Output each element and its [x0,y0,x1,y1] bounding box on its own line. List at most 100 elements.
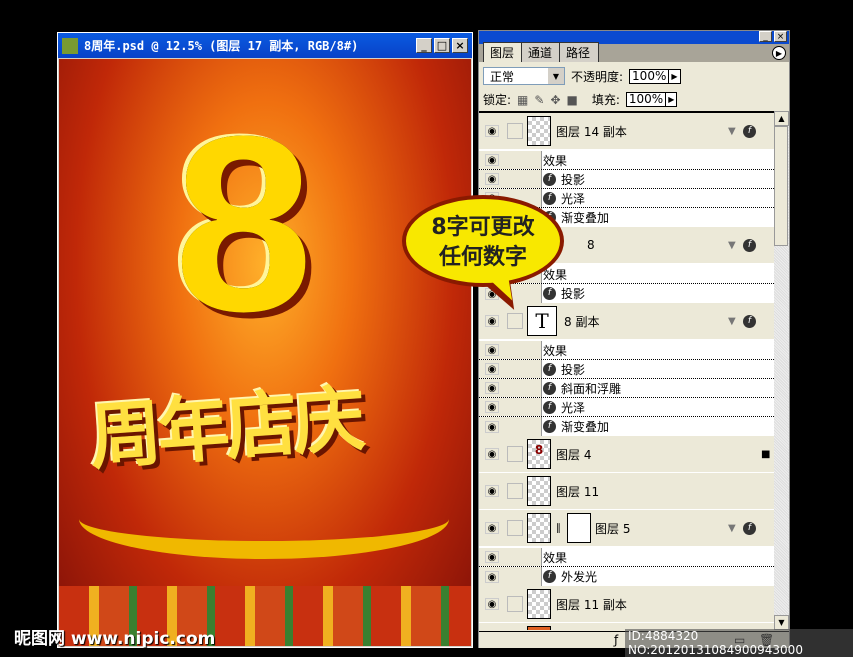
layer-name: 图层 11 副本 [556,597,627,612]
eye-icon[interactable]: ◉ [485,522,499,534]
effects-row[interactable]: ◉ 效果 [479,341,774,360]
layers-list: ◉ 图层 14 副本 ▼ f ◉ 效果 ◉ f 投影 ◉ f 光泽 ◉ f 渐变叠加 ◉ 8 ▼ f ◉ 效… [479,111,774,630]
blend-mode-select[interactable]: 正常 ▼ [483,67,565,85]
lock-move-icon[interactable]: ✥ [550,93,560,107]
blend-mode-value: 正常 [490,69,515,84]
lock-all-icon[interactable]: ■ [567,93,578,107]
link-box[interactable] [507,520,523,536]
effect-name: 光泽 [561,400,586,415]
effect-name: 渐变叠加 [561,211,610,225]
layer-row[interactable]: ◉ T 8 副本 ▼ f [479,303,774,340]
scroll-up-button[interactable]: ▲ [774,111,789,126]
eye-icon[interactable]: ◉ [485,420,499,433]
eye-icon[interactable]: ◉ [485,125,499,137]
minimize-button[interactable]: _ [416,38,432,53]
expand-triangle-icon[interactable]: ▼ [728,126,736,137]
watermark: 昵图网 www.nipic.com [14,629,216,649]
mask-thumbnail[interactable] [567,513,591,543]
maximize-button[interactable]: □ [434,38,450,53]
link-box[interactable] [507,483,523,499]
fx-icon: f [543,172,556,186]
effects-row[interactable]: ◉ 效果 [479,548,774,567]
effect-row[interactable]: ◉ f 斜面和浮雕 [479,379,774,398]
tab-channels[interactable]: 通道 [521,42,562,62]
eye-icon[interactable]: ◉ [485,598,499,610]
expand-triangle-icon[interactable]: ▼ [728,240,736,251]
eye-icon[interactable]: ◉ [485,551,499,563]
fill-input[interactable]: 100% ▶ [625,92,678,107]
panel-minimize-button[interactable]: _ [759,31,772,42]
expand-triangle-icon[interactable]: ▼ [728,523,736,534]
eye-icon[interactable]: ◉ [485,485,499,497]
fill-slider-arrow-icon[interactable]: ▶ [665,93,674,106]
expand-triangle-icon[interactable]: ▼ [728,316,736,327]
layer-row[interactable]: ◉ ∥ 图层 5 ▼ f [479,510,774,547]
add-style-icon[interactable]: ƒ [614,633,618,647]
document-window: 8周年.psd @ 12.5% (图层 17 副本, RGB/8#) _ □ ×… [57,32,473,648]
callout-line-2: 任何数字 [438,245,527,270]
effects-row[interactable]: ◉ 效果 [479,151,774,170]
eye-icon[interactable]: ◉ [485,570,499,583]
eye-icon[interactable]: ◉ [485,382,499,394]
opacity-slider-arrow-icon[interactable]: ▶ [668,69,678,83]
tab-paths[interactable]: 路径 [559,42,600,62]
document-title: 8周年.psd @ 12.5% (图层 17 副本, RGB/8#) [84,39,359,53]
eye-icon[interactable]: ◉ [485,344,499,356]
scroll-down-button[interactable]: ▼ [774,615,789,630]
layer-row[interactable]: ◉ 8 图层 4 ■ [479,436,774,473]
eye-icon[interactable]: ◉ [485,315,499,327]
effect-row[interactable]: ◉ f 光泽 [479,398,774,417]
document-titlebar[interactable]: 8周年.psd @ 12.5% (图层 17 副本, RGB/8#) _ □ × [58,33,472,58]
layer-thumbnail [527,476,551,506]
tab-layers[interactable]: 图层 [483,42,524,62]
eye-icon[interactable]: ◉ [485,154,499,166]
lock-label: 锁定: [483,93,512,107]
panel-close-button[interactable]: × [774,31,787,42]
fill-value: 100% [628,92,664,106]
poster-canvas[interactable]: 8 周年店庆 [59,59,471,646]
photoshop-doc-icon [62,37,78,54]
effect-row[interactable]: ◉ f 投影 [479,360,774,379]
artwork-headline: 周年店庆 [86,376,365,480]
scroll-thumb[interactable] [774,126,788,246]
layer-name: 8 [587,238,595,252]
link-box[interactable] [507,123,523,139]
effect-row[interactable]: ◉ f 渐变叠加 [479,417,774,436]
effect-name: 投影 [561,287,586,301]
eye-icon[interactable]: ◉ [485,363,499,375]
close-button[interactable]: × [452,38,468,53]
layer-name: 图层 4 [556,447,592,462]
fx-icon: f [543,420,556,433]
layers-panel: _ × 图层 通道 路径 ▶ 正常 ▼ 不透明度: 100% ▶ 锁定: ▦ ✎ ✥… [478,30,790,648]
link-box[interactable] [507,313,523,329]
fx-icon: f [743,238,756,252]
effect-row[interactable]: ◉ f 外发光 [479,567,774,586]
effect-name: 斜面和浮雕 [561,381,622,396]
layer-name: 图层 14 副本 [556,124,627,139]
effect-row[interactable]: ◉ f 投影 [479,170,774,189]
link-box[interactable] [507,596,523,612]
layers-scrollbar[interactable]: ▲ ▼ [774,111,789,630]
fx-icon: f [543,381,556,395]
eye-icon[interactable]: ◉ [485,401,499,413]
layer-row[interactable]: ◉ 图层 14 副本 ▼ f [479,113,774,150]
opacity-value: 100% [632,68,667,83]
fx-icon: f [543,287,556,300]
text-layer-thumbnail: T [527,306,557,336]
lock-brush-icon[interactable]: ✎ [534,93,544,107]
opacity-input[interactable]: 100% ▶ [629,68,681,84]
callout-bubble: 8字可更改 任何数字 [402,195,564,287]
link-box[interactable] [507,446,523,462]
layer-row[interactable]: ◉ 图层 11 副本 [479,586,774,623]
layer-row[interactable]: ◉ 图层 11 [479,473,774,510]
eye-icon[interactable]: ◉ [485,173,499,185]
fx-icon: f [743,314,756,328]
lock-transparency-icon[interactable]: ▦ [517,93,528,107]
layer-thumbnail [527,513,551,543]
layer-thumbnail [527,626,551,630]
panel-menu-icon[interactable]: ▶ [772,46,786,60]
chain-link-icon[interactable]: ∥ [556,523,561,534]
eye-icon[interactable]: ◉ [485,448,499,460]
id-watermark: ID:4884320 NO:20120131084900943000 [625,629,853,657]
fill-label: 填充: [591,93,620,107]
